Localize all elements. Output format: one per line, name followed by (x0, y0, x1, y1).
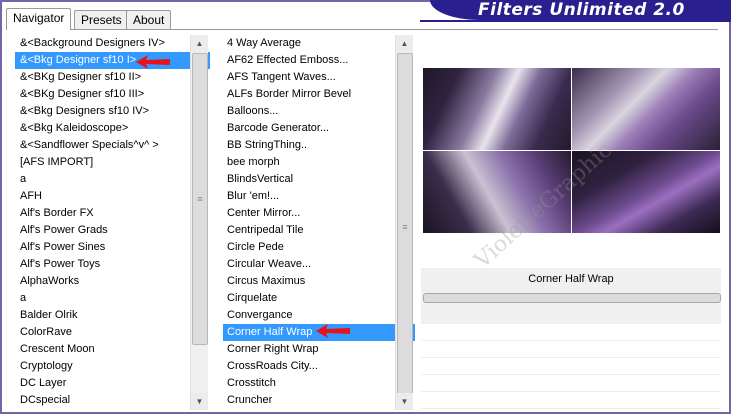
category-list-item[interactable]: Alf's Power Toys (15, 256, 210, 273)
filter-name-label: Corner Half Wrap (421, 268, 721, 290)
grip-icon: ≡ (197, 194, 203, 204)
tab-about[interactable]: About (126, 10, 172, 29)
red-arrow-icon (316, 324, 350, 338)
filter-list-item[interactable]: ALFs Border Mirror Bevel (223, 86, 415, 103)
category-list-item[interactable]: ColorRave (15, 324, 210, 341)
category-list-item[interactable]: Cryptology (15, 358, 210, 375)
filter-items: 4 Way Average AF62 Effected Emboss... AFS … (223, 35, 415, 409)
category-list-item[interactable]: &<Sandflower Specials^v^ > (15, 137, 210, 154)
filter-list-item[interactable]: 4 Way Average (223, 35, 415, 52)
filter-list-item[interactable]: Circus Maximus (223, 273, 415, 290)
category-list-item[interactable]: &<Bkg Kaleidoscope> (15, 120, 210, 137)
filter-list-item[interactable]: Barcode Generator... (223, 120, 415, 137)
scroll-thumb[interactable]: ≡ (192, 53, 208, 345)
category-list-item[interactable]: &<BKg Designer sf10 II> (15, 69, 210, 86)
tab-navigator[interactable]: Navigator (6, 8, 72, 30)
scroll-down-icon[interactable]: ▼ (396, 393, 413, 410)
parameter-row (421, 324, 721, 341)
parameter-row (421, 392, 721, 409)
category-list-item[interactable]: DC Layer (15, 375, 210, 392)
red-arrow-icon (136, 55, 170, 69)
scroll-down-icon[interactable]: ▼ (191, 393, 208, 410)
banner-title: Filters Unlimited 2.0 (478, 0, 685, 20)
preview-quadrant (423, 68, 571, 150)
category-list-item[interactable]: Alf's Border FX (15, 205, 210, 222)
title-banner: Filters Unlimited 2.0 (430, 0, 731, 20)
filter-list-item[interactable]: bee morph (223, 154, 415, 171)
parameter-slider[interactable] (421, 290, 721, 324)
filter-list-item[interactable]: Balloons... (223, 103, 415, 120)
category-list-item[interactable]: Alf's Power Sines (15, 239, 210, 256)
category-list[interactable]: &<Background Designers IV> &<Bkg Designer… (15, 35, 210, 410)
filter-list-item[interactable]: Centripedal Tile (223, 222, 415, 239)
filter-list-item[interactable]: Cirquelate (223, 290, 415, 307)
scroll-up-icon[interactable]: ▲ (396, 35, 413, 52)
filter-list-item[interactable]: AFS Tangent Waves... (223, 69, 415, 86)
preview-quadrant (572, 68, 720, 150)
category-list-item[interactable]: &<Background Designers IV> (15, 35, 210, 52)
category-list-item[interactable]: a (15, 290, 210, 307)
filter-list-item[interactable]: Blur 'em!... (223, 188, 415, 205)
scroll-up-icon[interactable]: ▲ (191, 35, 208, 52)
filter-list-item[interactable]: Crosstitch (223, 375, 415, 392)
filter-list-item[interactable]: Center Mirror... (223, 205, 415, 222)
category-list-item[interactable]: Crescent Moon (15, 341, 210, 358)
banner-underline (420, 20, 731, 22)
category-items: &<Background Designers IV> &<Bkg Designer… (15, 35, 210, 409)
grip-icon: ≡ (402, 221, 408, 232)
category-list-item[interactable]: DCspecial (15, 392, 210, 409)
category-list-item[interactable]: a (15, 171, 210, 188)
filter-list[interactable]: 4 Way Average AF62 Effected Emboss... AFS … (223, 35, 415, 410)
category-list-item[interactable]: Balder Olrik (15, 307, 210, 324)
filter-scrollbar[interactable]: ▲ ≡ ▼ (395, 35, 413, 410)
filter-list-item[interactable]: Circle Pede (223, 239, 415, 256)
category-list-item[interactable]: AFH (15, 188, 210, 205)
filter-list-item[interactable]: AF62 Effected Emboss... (223, 52, 415, 69)
category-scrollbar[interactable]: ▲ ≡ ▼ (190, 35, 208, 410)
parameter-row (421, 375, 721, 392)
tab-presets[interactable]: Presets (74, 10, 129, 29)
filter-list-item[interactable]: Cruncher (223, 392, 415, 409)
filter-list-item[interactable]: BlindsVertical (223, 171, 415, 188)
parameter-row (421, 358, 721, 375)
category-list-item[interactable]: [AFS IMPORT] (15, 154, 210, 171)
filter-list-item[interactable]: Corner Right Wrap (223, 341, 415, 358)
category-list-item[interactable]: Alf's Power Grads (15, 222, 210, 239)
filter-list-item[interactable]: CrossRoads City... (223, 358, 415, 375)
preview-image (423, 68, 720, 233)
category-list-item[interactable]: &<BKg Designer sf10 III> (15, 86, 210, 103)
parameter-row (421, 341, 721, 358)
slider-track[interactable] (423, 293, 721, 303)
filter-list-item[interactable]: Circular Weave... (223, 256, 415, 273)
scroll-thumb[interactable]: ≡ (397, 53, 413, 400)
filter-list-item[interactable]: BB StringThing.. (223, 137, 415, 154)
category-list-item[interactable]: AlphaWorks (15, 273, 210, 290)
category-list-item[interactable]: &<Bkg Designers sf10 IV> (15, 103, 210, 120)
filter-list-item[interactable]: Convergance (223, 307, 415, 324)
category-list-item[interactable]: &<Bkg Designer sf10 I> (15, 52, 210, 69)
